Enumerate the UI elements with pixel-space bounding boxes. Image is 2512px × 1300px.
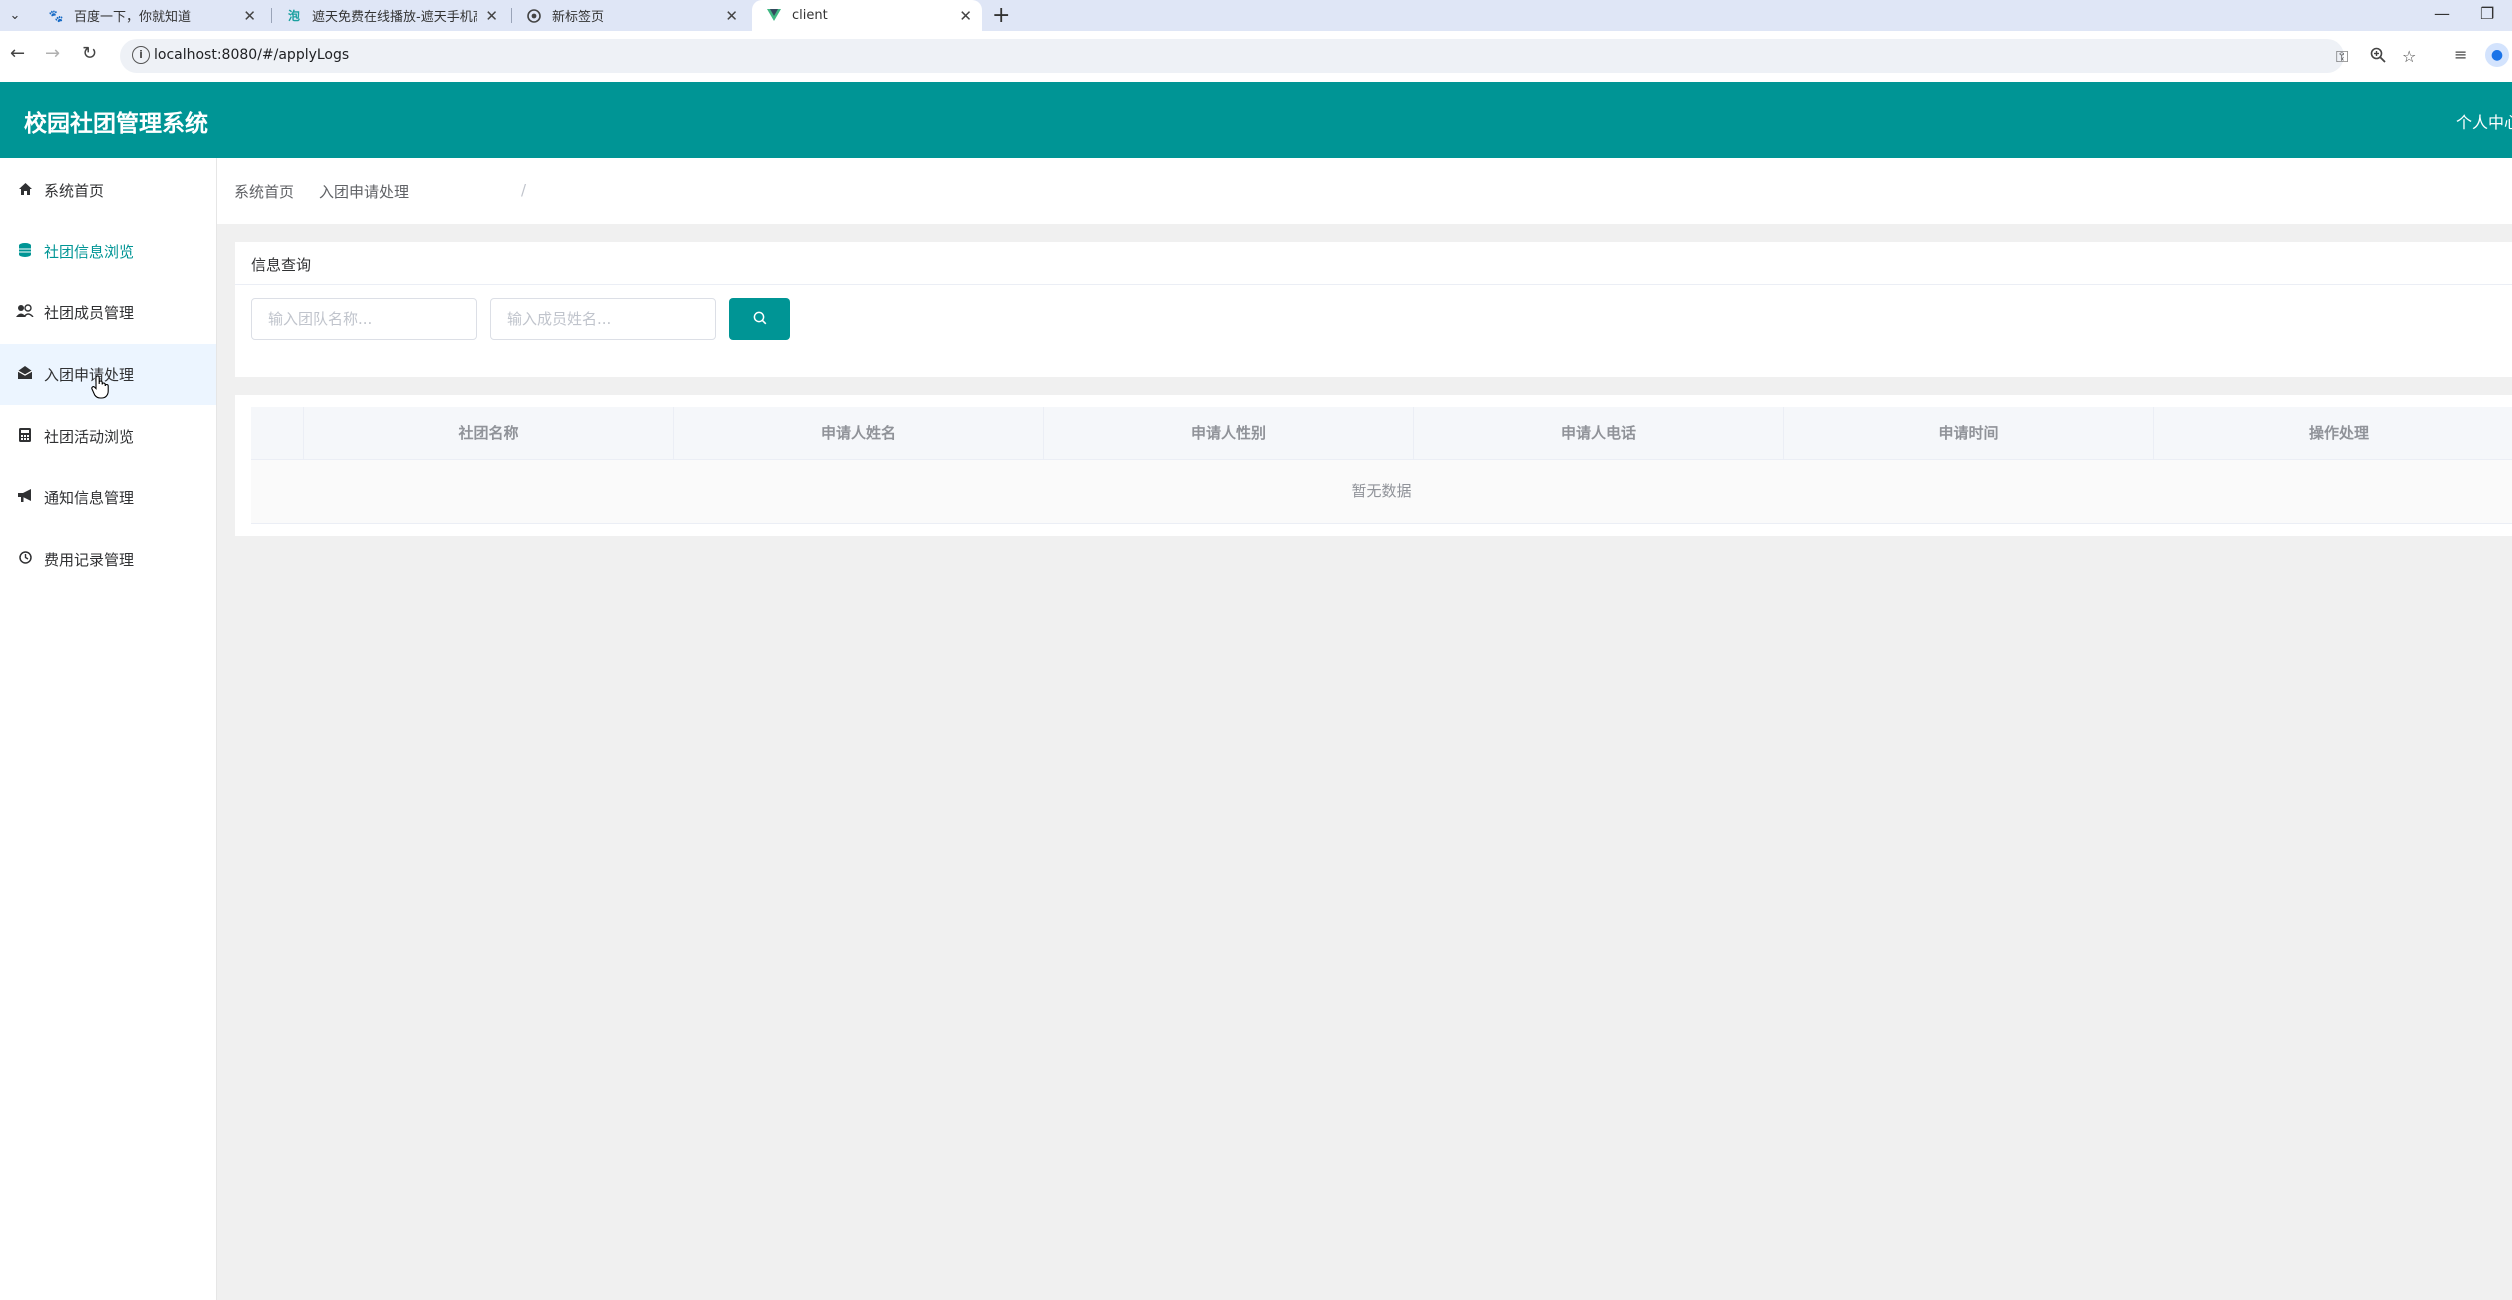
breadcrumb-current: 入团申请处理 (319, 183, 410, 201)
sidebar-item-label: 社团活动浏览 (44, 428, 135, 446)
password-key-icon[interactable]: ⚿ (2336, 47, 2348, 67)
url-text[interactable]: localhost:8080/#/applyLogs (154, 47, 349, 63)
column-header-applicant-name: 申请人姓名 (674, 407, 1044, 459)
tab-search-icon[interactable]: ⌄ (6, 7, 24, 25)
sidebar: 系统首页 社团信息浏览 社团成员管理 入团申请处理 社团活动浏览 通知信息管理 (0, 158, 217, 1300)
minimize-icon[interactable]: — (2434, 4, 2450, 23)
search-icon (753, 310, 767, 329)
sidebar-item-label: 社团成员管理 (44, 304, 135, 322)
sidebar-item-club-info[interactable]: 社团信息浏览 (0, 221, 216, 282)
baidu-icon: 🐾 (48, 8, 64, 23)
member-name-input[interactable] (490, 298, 716, 340)
back-icon[interactable]: ← (10, 43, 25, 64)
browser-tab-client[interactable]: client ✕ (752, 0, 982, 31)
browser-toolbar: ← → ↻ i localhost:8080/#/applyLogs ⚿ ☆ ≡… (0, 31, 2512, 83)
column-header-selection (251, 407, 304, 459)
profile-avatar-icon[interactable]: ● (2485, 43, 2509, 67)
browser-tab-bar: ⌄ 🐾 百度一下，你就知道 ✕ 泡 遮天免费在线播放-遮天手机高清 ✕ 新标签页… (0, 0, 2512, 31)
tab-close-icon[interactable]: ✕ (243, 7, 256, 25)
browser-tab-baidu[interactable]: 🐾 百度一下，你就知道 ✕ (34, 0, 266, 31)
restore-icon[interactable]: ❐ (2480, 4, 2494, 23)
browser-tab-video[interactable]: 泡 遮天免费在线播放-遮天手机高清 ✕ (272, 0, 508, 31)
database-icon (16, 242, 34, 261)
query-card-header: 信息查询 (235, 242, 2512, 285)
vue-icon (766, 8, 782, 24)
reload-icon[interactable]: ↻ (82, 43, 97, 64)
column-header-applicant-gender: 申请人性别 (1044, 407, 1414, 459)
tab-close-icon[interactable]: ✕ (485, 7, 498, 25)
sidebar-item-notices[interactable]: 通知信息管理 (0, 467, 216, 528)
forward-icon[interactable]: → (45, 43, 60, 64)
sidebar-item-label: 通知信息管理 (44, 489, 135, 507)
column-header-apply-time: 申请时间 (1784, 407, 2154, 459)
zoom-icon[interactable] (2370, 47, 2386, 67)
site-info-icon[interactable]: i (132, 46, 150, 64)
column-header-club-name: 社团名称 (304, 407, 674, 459)
browser-tab-newtab[interactable]: 新标签页 ✕ (512, 0, 748, 31)
tab-title: 百度一下，你就知道 (74, 10, 192, 25)
app-header: 校园社团管理系统 个人中心 (0, 82, 2512, 158)
table-card: 社团名称 申请人姓名 申请人性别 申请人电话 申请时间 操作处理 暂无数据 (235, 395, 2512, 536)
breadcrumb: 系统首页 / 入团申请处理 (217, 158, 2512, 224)
calculator-icon (16, 427, 34, 446)
query-card-title: 信息查询 (251, 256, 312, 274)
team-name-input[interactable] (251, 298, 477, 340)
chrome-icon (526, 8, 542, 24)
sidebar-item-activities[interactable]: 社团活动浏览 (0, 406, 216, 467)
sidebar-item-label: 入团申请处理 (44, 366, 135, 384)
table-header: 社团名称 申请人姓名 申请人性别 申请人电话 申请时间 操作处理 (251, 407, 2512, 460)
bullhorn-icon (16, 489, 34, 506)
search-button[interactable] (729, 298, 790, 340)
column-header-applicant-phone: 申请人电话 (1414, 407, 1784, 459)
breadcrumb-home[interactable]: 系统首页 (234, 181, 294, 202)
sidebar-item-label: 系统首页 (44, 182, 105, 200)
bookmark-star-icon[interactable]: ☆ (2402, 47, 2416, 66)
clock-icon (16, 551, 34, 568)
new-tab-icon[interactable]: + (992, 3, 1010, 28)
tab-title: 遮天免费在线播放-遮天手机高清 (312, 10, 477, 25)
user-center-link[interactable]: 个人中心 (2456, 109, 2512, 133)
table-body: 暂无数据 (251, 460, 2512, 524)
sidebar-item-fees[interactable]: 费用记录管理 (0, 529, 216, 590)
video-site-icon: 泡 (287, 9, 300, 23)
reading-list-icon[interactable]: ≡ (2454, 45, 2467, 64)
empty-state-text: 暂无数据 (1351, 482, 1412, 500)
sidebar-item-label: 社团信息浏览 (44, 243, 135, 261)
sidebar-item-members[interactable]: 社团成员管理 (0, 282, 216, 343)
sidebar-item-label: 费用记录管理 (44, 551, 135, 569)
tab-close-icon[interactable]: ✕ (959, 7, 972, 25)
breadcrumb-separator: / (521, 181, 527, 199)
sidebar-item-home[interactable]: 系统首页 (0, 160, 216, 221)
envelope-open-icon (16, 366, 34, 383)
address-bar[interactable]: i localhost:8080/#/applyLogs ⚿ ☆ (120, 39, 2416, 73)
users-icon (16, 304, 34, 321)
column-header-actions: 操作处理 (2308, 424, 2369, 442)
tab-close-icon[interactable]: ✕ (725, 7, 738, 25)
query-card: 信息查询 (235, 242, 2512, 377)
tab-title: 新标签页 (552, 10, 605, 25)
app-title: 校园社团管理系统 (24, 111, 208, 137)
home-icon (16, 182, 34, 199)
tab-title: client (792, 8, 828, 23)
mouse-cursor-icon (91, 375, 109, 403)
